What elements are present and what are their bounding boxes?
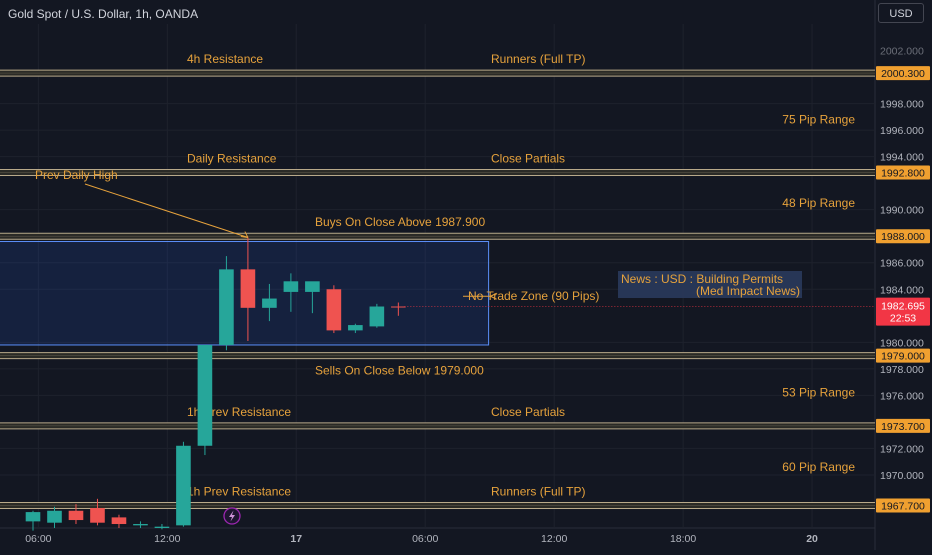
- x-tick-label: 12:00: [154, 533, 180, 545]
- x-tick-label: 12:00: [541, 533, 567, 545]
- candle-body[interactable]: [25, 512, 41, 522]
- candle-body[interactable]: [283, 281, 299, 292]
- news-line-2: (Med Impact News): [696, 284, 800, 298]
- candle-body[interactable]: [197, 344, 213, 446]
- candle-body[interactable]: [90, 508, 105, 523]
- y-tick-label: 1984.000: [880, 284, 924, 296]
- candle-body[interactable]: [305, 281, 320, 292]
- x-tick-label: 06:00: [412, 533, 438, 545]
- level-price-label: 1973.700: [881, 421, 925, 433]
- y-tick-label: 1980.000: [880, 337, 924, 349]
- candle-body[interactable]: [391, 306, 406, 308]
- candle-body[interactable]: [326, 289, 342, 331]
- pip-range-label: 75 Pip Range: [782, 112, 855, 126]
- price-axis-panel[interactable]: [875, 0, 932, 550]
- y-tick-label: 1976.000: [880, 390, 924, 402]
- y-tick-label: 1990.000: [880, 205, 924, 217]
- candle-body[interactable]: [369, 306, 385, 327]
- level-left-label: Daily Resistance: [187, 152, 277, 166]
- y-tick-label: 1978.000: [880, 364, 924, 376]
- pip-range-label: 48 Pip Range: [782, 196, 855, 210]
- prev-daily-high-label: Prev Daily High: [35, 168, 118, 182]
- candle-body[interactable]: [262, 298, 277, 308]
- current-price-label: 1982.695: [881, 301, 925, 313]
- level-mid-label: Buys On Close Above 1987.900: [315, 215, 485, 229]
- y-tick-label-partial: 2002.000: [880, 46, 924, 58]
- no-trade-zone-label: No Trade Zone (90 Pips): [468, 289, 599, 303]
- candle-body[interactable]: [47, 510, 62, 523]
- chart-stage[interactable]: 06:00 12:00 17 06:00 12:00 18:00 20 1998.000 199…: [0, 0, 932, 550]
- level-mid-label: Close Partials: [491, 152, 565, 166]
- prev-daily-high-arrow: [84, 183, 249, 239]
- level-price-label: 1988.000: [881, 231, 925, 243]
- x-tick-label: 17: [290, 533, 302, 545]
- currency-button[interactable]: USD: [878, 3, 924, 23]
- symbol-title: Gold Spot / U.S. Dollar, 1h, OANDA: [8, 7, 199, 21]
- y-tick-label: 1986.000: [880, 258, 924, 270]
- bar-countdown-label: 22:53: [890, 313, 916, 325]
- level-left-label: 1h Prev Resistance: [187, 484, 291, 498]
- candlestick-chart[interactable]: 06:00 12:00 17 06:00 12:00 18:00 20 1998.000 199…: [0, 0, 932, 550]
- y-tick-label: 1998.000: [880, 99, 924, 111]
- x-tick-label: 06:00: [25, 533, 51, 545]
- candle-body[interactable]: [133, 524, 148, 526]
- candle-body[interactable]: [176, 445, 191, 526]
- y-tick-label: 1996.000: [880, 125, 924, 137]
- y-tick-label: 1994.000: [880, 152, 924, 164]
- candle-body[interactable]: [68, 510, 84, 521]
- x-tick-label: 20: [806, 533, 818, 545]
- x-tick-label: 18:00: [670, 533, 696, 545]
- candle-body[interactable]: [111, 517, 127, 525]
- pip-range-label: 60 Pip Range: [782, 460, 855, 474]
- level-price-label: 2000.300: [881, 68, 925, 80]
- candle-body[interactable]: [219, 269, 234, 345]
- level-price-label: 1967.700: [881, 500, 925, 512]
- candle-body[interactable]: [348, 325, 363, 331]
- level-price-label: 1992.800: [881, 168, 925, 180]
- level-mid-label: Runners (Full TP): [491, 484, 585, 498]
- level-mid-label: Close Partials: [491, 405, 565, 419]
- pip-range-label: 53 Pip Range: [782, 386, 855, 400]
- level-price-label: 1979.000: [881, 351, 925, 363]
- level-left-label: 4h Resistance: [187, 52, 263, 66]
- y-tick-label: 1972.000: [880, 443, 924, 455]
- candle-body[interactable]: [154, 526, 170, 528]
- level-mid-label: Runners (Full TP): [491, 52, 585, 66]
- candle-body[interactable]: [240, 269, 256, 308]
- level-mid-label: Sells On Close Below 1979.000: [315, 364, 484, 378]
- y-tick-label: 1970.000: [880, 470, 924, 482]
